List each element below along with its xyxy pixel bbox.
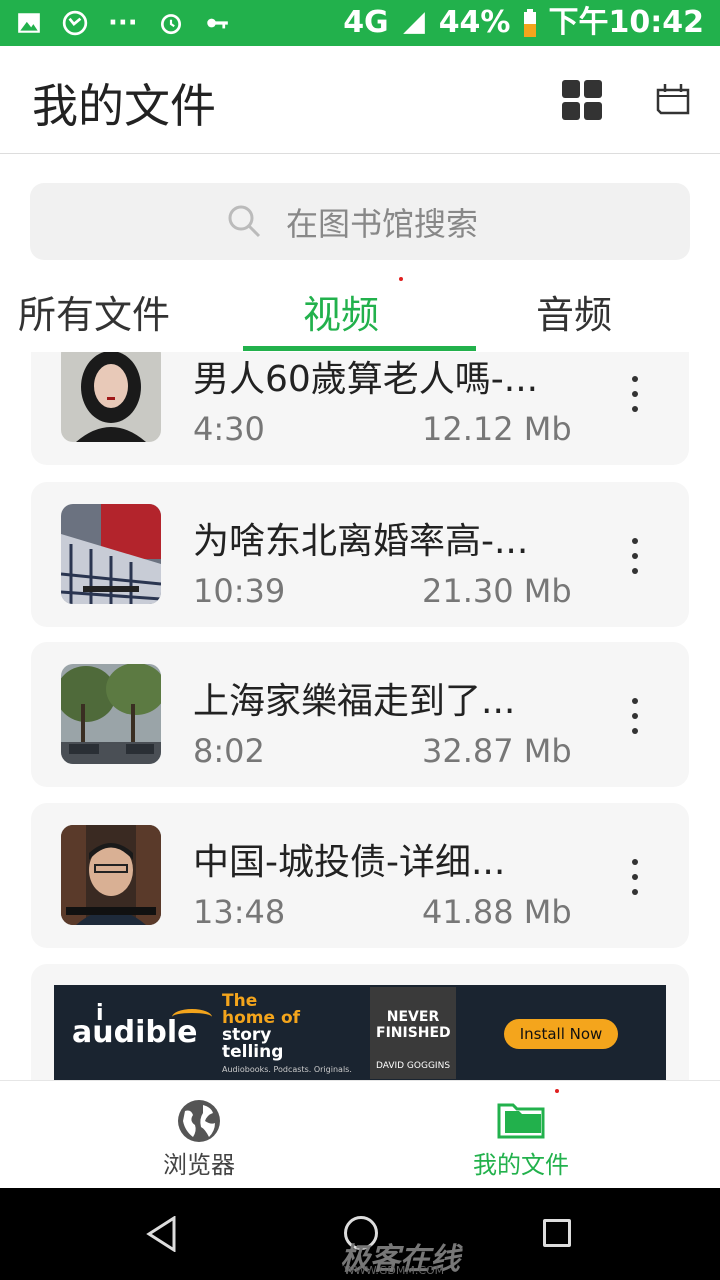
nav-browser[interactable]: 浏览器 <box>99 1081 299 1189</box>
ad-tagline: The home of story telling <box>222 991 301 1062</box>
nav-label: 我的文件 <box>473 1151 569 1179</box>
search-icon <box>228 205 261 238</box>
video-thumbnail <box>61 825 161 925</box>
image-icon <box>18 13 40 33</box>
alarm-icon <box>160 14 181 35</box>
file-duration: 10:39 <box>193 572 286 610</box>
battery-icon <box>523 9 536 37</box>
tab-all-files[interactable]: 所有文件 <box>18 284 170 339</box>
back-icon[interactable] <box>146 1216 178 1252</box>
file-name: 上海家樂福走到了... <box>193 681 516 722</box>
list-item[interactable]: 上海家樂福走到了... 8:02 32.87 Mb <box>31 642 689 787</box>
book-title: NEVER FINISHED <box>376 1009 451 1041</box>
ad-book-cover: NEVER FINISHED DAVID GOGGINS <box>370 987 456 1079</box>
search-placeholder: 在图书馆搜索 <box>286 204 479 243</box>
notification-dot <box>399 277 403 281</box>
video-thumbnail <box>61 352 161 442</box>
app-bar: 我的文件 <box>0 46 720 154</box>
file-name: 男人60歲算老人嗎-... <box>193 359 539 400</box>
ad-card: i audible The home of story telling Audi… <box>31 964 689 1080</box>
bottom-nav: 浏览器 我的文件 <box>0 1080 720 1188</box>
list-item[interactable]: 为啥东北离婚率高-... 10:39 21.30 Mb <box>31 482 689 627</box>
audible-logo-icon <box>172 1009 212 1025</box>
nav-my-files[interactable]: 我的文件 <box>421 1081 621 1189</box>
video-thumbnail <box>61 664 161 764</box>
recents-icon[interactable] <box>543 1219 571 1247</box>
list-item[interactable]: 男人60歲算老人嗎-... 4:30 12.12 Mb <box>31 352 689 465</box>
file-size: 12.12 Mb <box>422 410 572 448</box>
file-duration: 8:02 <box>193 732 265 770</box>
file-name: 为啥东北离婚率高-... <box>193 521 529 562</box>
battery-percent: 44% <box>438 5 511 40</box>
file-duration: 4:30 <box>193 410 265 448</box>
network-type: 4G <box>343 5 389 40</box>
more-options-icon[interactable] <box>627 859 643 895</box>
list-item[interactable]: 中国-城投债-详细... 13:48 41.88 Mb <box>31 803 689 948</box>
more-options-icon[interactable] <box>627 698 643 734</box>
file-size: 32.87 Mb <box>422 732 572 770</box>
calendar-icon[interactable] <box>655 80 691 116</box>
ad-banner[interactable]: i audible The home of story telling Audi… <box>54 985 666 1080</box>
clock: 下午10:42 <box>548 5 705 40</box>
nav-label: 浏览器 <box>163 1151 235 1179</box>
file-name: 中国-城投债-详细... <box>193 842 506 883</box>
tab-video[interactable]: 视频 <box>303 284 379 339</box>
key-icon <box>206 18 228 29</box>
tab-audio[interactable]: 音频 <box>536 284 612 339</box>
signal-icon <box>402 12 425 34</box>
phone-icon <box>62 10 88 36</box>
page-title: 我的文件 <box>32 79 216 133</box>
globe-icon <box>178 1100 220 1142</box>
book-author: DAVID GOGGINS <box>375 1061 451 1071</box>
file-list: 男人60歲算老人嗎-... 4:30 12.12 Mb 为啥东北离婚率高-...… <box>0 352 720 1080</box>
video-thumbnail <box>61 504 161 604</box>
notification-dot <box>555 1089 559 1093</box>
more-dots-icon: ··· <box>108 8 138 38</box>
grid-view-icon[interactable] <box>562 80 602 120</box>
folder-icon <box>497 1103 545 1139</box>
system-nav-bar: 极客在线 WWW.GDMM.COM <box>0 1188 720 1280</box>
active-tab-indicator <box>243 346 476 351</box>
watermark-url: WWW.GDMM.COM <box>344 1264 445 1277</box>
search-bar[interactable]: 在图书馆搜索 <box>30 183 690 260</box>
more-options-icon[interactable] <box>627 538 643 574</box>
file-duration: 13:48 <box>193 893 286 931</box>
status-bar: ··· 4G 44% 下午10:42 <box>0 0 720 46</box>
file-size: 21.30 Mb <box>422 572 572 610</box>
more-options-icon[interactable] <box>627 376 643 412</box>
ad-subline: Audiobooks. Podcasts. Originals. <box>222 1065 352 1074</box>
install-now-button[interactable]: Install Now <box>504 1019 618 1049</box>
file-size: 41.88 Mb <box>422 893 572 931</box>
tab-bar: 所有文件 视频 音频 <box>0 270 720 352</box>
